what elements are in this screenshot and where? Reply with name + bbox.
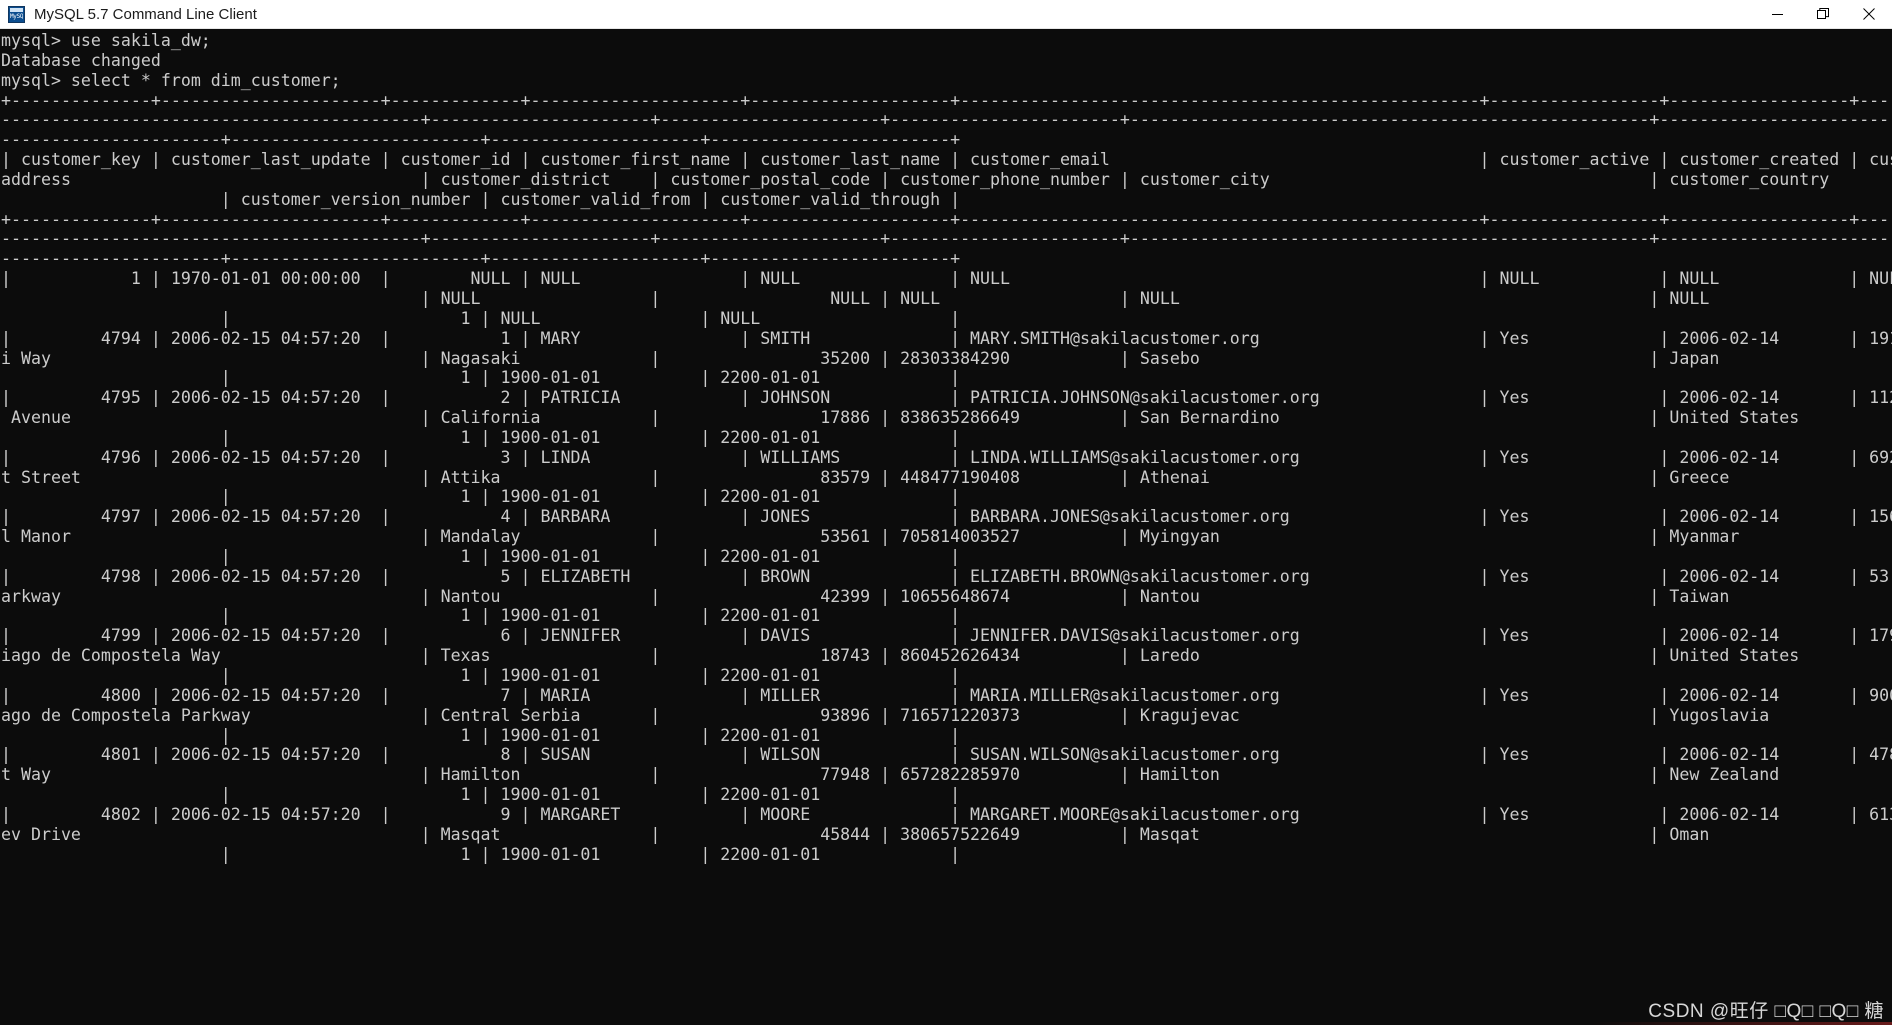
terminal-line: Database changed — [1, 50, 161, 70]
terminal-line: address | customer_district | customer_p… — [1, 169, 1892, 189]
mysql-icon-label: MySQL — [10, 12, 23, 20]
terminal-line: ago de Compostela Parkway | Central Serb… — [1, 705, 1892, 725]
restore-button[interactable] — [1800, 0, 1846, 28]
minimize-icon — [1771, 13, 1783, 15]
terminal-output: mysql> use sakila_dw; Database changed mys… — [0, 29, 1892, 864]
terminal-line: | 4799 | 2006-02-15 04:57:20 | 6 | JENNI… — [1, 626, 1892, 646]
terminal-line: i Way | Nagasaki | 35200 | 28303384290 |… — [1, 348, 1892, 368]
terminal-line: ----------------------------------------… — [1, 110, 1892, 130]
terminal-line: | 1 | 1900-01-01 | 2200-01-01 | — [1, 606, 961, 626]
terminal-line: | 4801 | 2006-02-15 04:57:20 | 8 | SUSAN… — [1, 745, 1892, 765]
terminal-line: | 1 | 1900-01-01 | 2200-01-01 | — [1, 487, 961, 507]
terminal-line: | 4798 | 2006-02-15 04:57:20 | 5 | ELIZA… — [1, 566, 1892, 586]
watermark-text: CSDN @旺仔 □Q□ □Q□ 糖 — [1648, 1001, 1884, 1022]
terminal-line: | 4796 | 2006-02-15 04:57:20 | 3 | LINDA… — [1, 447, 1892, 467]
terminal-line: | 1 | 1900-01-01 | 2200-01-01 | — [1, 546, 961, 566]
terminal-line: +--------------+----------------------+-… — [1, 209, 1892, 229]
terminal-line: | 1 | 1900-01-01 | 2200-01-01 | — [1, 785, 961, 805]
window-title-bar[interactable]: MySQL MySQL 5.7 Command Line Client — [0, 0, 1892, 29]
terminal-line: t Way | Hamilton | 77948 | 657282285970 … — [1, 765, 1892, 785]
restore-icon — [1817, 8, 1829, 19]
terminal-line: | 1 | NULL | NULL | — [1, 308, 961, 328]
minimize-button[interactable] — [1754, 0, 1800, 28]
window-title: MySQL 5.7 Command Line Client — [34, 5, 257, 23]
terminal-line: | 4802 | 2006-02-15 04:57:20 | 9 | MARGA… — [1, 804, 1892, 824]
terminal-line: | 1 | 1900-01-01 | 2200-01-01 | — [1, 725, 961, 745]
terminal-line: mysql> use sakila_dw; — [1, 31, 211, 50]
close-button[interactable] — [1846, 0, 1892, 28]
window-controls — [1754, 0, 1892, 28]
terminal-console[interactable]: mysql> use sakila_dw; Database changed mys… — [0, 29, 1892, 1025]
terminal-line: ----------------------------------------… — [1, 229, 1892, 249]
terminal-line: iago de Compostela Way | Texas | 18743 |… — [1, 646, 1892, 666]
terminal-line: | 4794 | 2006-02-15 04:57:20 | 1 | MARY … — [1, 328, 1892, 348]
terminal-line: t Street | Attika | 83579 | 448477190408… — [1, 467, 1892, 487]
terminal-line: ev Drive | Masqat | 45844 | 380657522649… — [1, 824, 1892, 844]
terminal-line: +--------------+----------------------+-… — [1, 90, 1892, 110]
terminal-line: | 1 | 1970-01-01 00:00:00 | NULL | NULL … — [1, 269, 1892, 289]
close-icon — [1863, 8, 1875, 20]
terminal-line: | 1 | 1900-01-01 | 2200-01-01 | — [1, 427, 961, 447]
terminal-line: | NULL | NULL | NULL | NULL | NULL — [1, 288, 1892, 308]
terminal-line: Avenue | California | 17886 | 8386352866… — [1, 408, 1892, 428]
terminal-line: | 1 | 1900-01-01 | 2200-01-01 | — [1, 666, 961, 685]
terminal-line: | 4797 | 2006-02-15 04:57:20 | 4 | BARBA… — [1, 507, 1892, 527]
terminal-line: | customer_key | customer_last_update | … — [1, 150, 1892, 170]
terminal-line: mysql> select * from dim_customer; — [1, 70, 341, 90]
terminal-line: | 1 | 1900-01-01 | 2200-01-01 | — [1, 844, 961, 864]
terminal-line: ----------------------+-----------------… — [1, 249, 961, 269]
terminal-line: | customer_version_number | customer_val… — [1, 189, 961, 209]
terminal-line: | 4795 | 2006-02-15 04:57:20 | 2 | PATRI… — [1, 388, 1892, 408]
terminal-line: | 1 | 1900-01-01 | 2200-01-01 | — [1, 368, 961, 388]
terminal-line: arkway | Nantou | 42399 | 10655648674 | … — [1, 586, 1892, 606]
terminal-line: l Manor | Mandalay | 53561 | 70581400352… — [1, 527, 1892, 547]
terminal-line: | 4800 | 2006-02-15 04:57:20 | 7 | MARIA… — [1, 685, 1892, 705]
terminal-line: ----------------------+-----------------… — [1, 130, 961, 150]
mysql-icon: MySQL — [8, 5, 25, 23]
